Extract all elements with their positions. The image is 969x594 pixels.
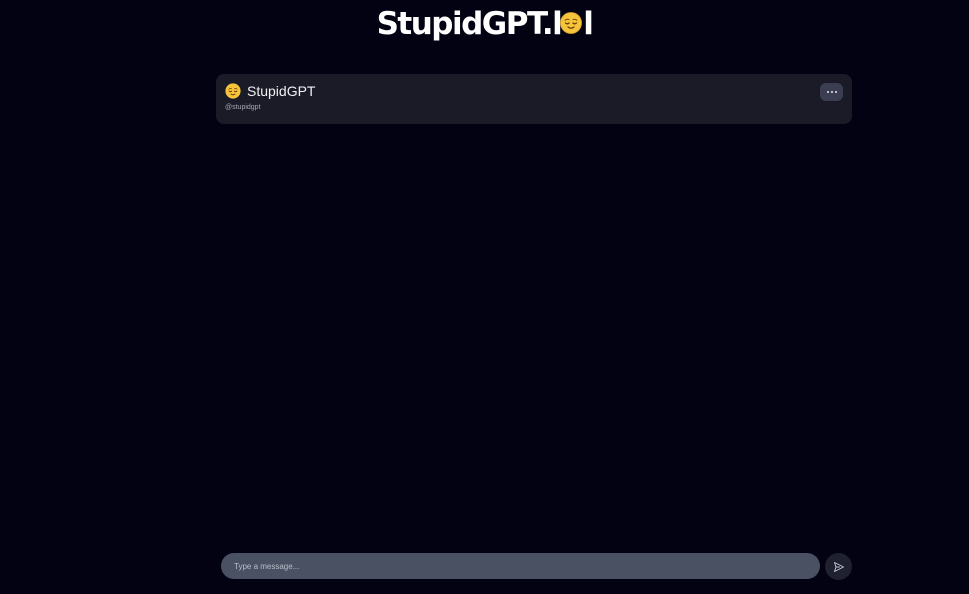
- chat-header: StupidGPT @stupidgpt: [216, 74, 852, 124]
- message-input[interactable]: [221, 553, 820, 579]
- site-logo[interactable]: StupidGPT.l l: [0, 4, 969, 44]
- logo-text: StupidGPT.l: [376, 6, 563, 42]
- bot-name: StupidGPT: [247, 83, 316, 99]
- more-options-button[interactable]: [820, 83, 843, 101]
- send-icon: [833, 561, 844, 572]
- relieved-face-icon: [225, 83, 241, 99]
- more-dot: [834, 91, 837, 93]
- more-dot: [830, 91, 833, 93]
- relieved-face-icon: [560, 12, 583, 34]
- more-horizontal-icon: [826, 91, 829, 93]
- logo-text-tail: l: [583, 6, 594, 42]
- chat-page: StupidGPT.l l StupidGPT @stupidgpt: [0, 0, 969, 594]
- bot-handle: @stupidgpt: [225, 104, 261, 111]
- send-button[interactable]: [825, 553, 852, 580]
